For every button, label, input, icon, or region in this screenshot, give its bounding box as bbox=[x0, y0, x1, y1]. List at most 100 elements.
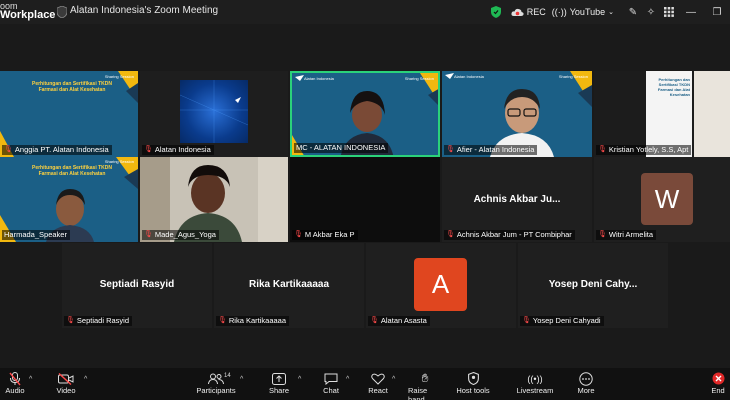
participant-name-label: 🎙︎ Rika Kartikaaaaa bbox=[216, 316, 290, 326]
video-tile-achnis[interactable]: Achnis Akbar Ju... 🎙︎ Achnis Akbar Jum - … bbox=[442, 157, 592, 242]
meeting-title: Alatan Indonesia's Zoom Meeting bbox=[70, 5, 219, 16]
video-tile-m-akbar[interactable]: 🎙︎ M Akbar Eka P bbox=[290, 157, 440, 242]
muted-mic-icon: 🎙︎ bbox=[4, 146, 13, 153]
restore-icon[interactable]: ❐ bbox=[704, 0, 730, 24]
video-tile-mc-active-speaker[interactable]: Alatan Indonesia Sharing Session MC - AL… bbox=[290, 71, 440, 157]
share-screen-icon bbox=[272, 371, 286, 386]
participant-display-name: Septiadi Rasyid bbox=[99, 279, 175, 290]
video-tile-afier[interactable]: Alatan Indonesia Sharing Session 🎙︎ Afier… bbox=[442, 71, 592, 157]
ai-companion-icon[interactable]: ✎ bbox=[624, 0, 642, 24]
sparkle-icon[interactable]: ✧ bbox=[642, 0, 660, 24]
muted-mic-icon: 🎙︎ bbox=[144, 146, 153, 153]
heart-react-icon bbox=[371, 371, 385, 386]
hand-icon: ✋︎ bbox=[421, 371, 429, 385]
participants-options-chevron-icon[interactable]: ^ bbox=[240, 376, 243, 383]
video-tile-kristian[interactable]: Perhitungan dan Sertifikasi TKDN Farmasi… bbox=[594, 71, 730, 157]
livestream-button[interactable]: ((•)) Livestream bbox=[516, 371, 554, 396]
rec-label: REC bbox=[526, 7, 546, 17]
info-shield-icon[interactable] bbox=[57, 6, 67, 18]
end-meeting-button[interactable]: End bbox=[708, 371, 728, 395]
video-tile-septiadi[interactable]: Septiadi Rasyid 🎙︎ Septiadi Rasyid bbox=[62, 243, 212, 328]
participant-name-label: 🎙︎ Anggia PT. Alatan Indonesia bbox=[2, 145, 112, 155]
react-options-chevron-icon[interactable]: ^ bbox=[392, 376, 395, 383]
slide-session-label: Sharing Session bbox=[104, 159, 134, 164]
react-button[interactable]: React bbox=[366, 371, 390, 395]
participant-name: Achnis Akbar Jum - PT Combiphar bbox=[456, 230, 572, 239]
grid-view-icon[interactable] bbox=[660, 0, 678, 24]
muted-mic-icon: 🎙︎ bbox=[294, 231, 303, 238]
minimize-icon[interactable]: — bbox=[678, 0, 704, 24]
video-tile-made-agus-yoga[interactable]: 🎙︎ Made_Agus_Yoga bbox=[140, 157, 288, 242]
participant-name-label: Harmada_Speaker bbox=[2, 230, 70, 240]
recording-indicator[interactable]: REC bbox=[511, 7, 546, 17]
livestream-label: Livestream bbox=[516, 386, 554, 395]
participant-name-label: 🎙︎ Witri Armelita bbox=[596, 230, 657, 240]
participant-name: M Akbar Eka P bbox=[304, 230, 355, 239]
livestream-wave-icon: ((·)) bbox=[551, 7, 567, 17]
title-bar: oom Workplace Alatan Indonesia's Zoom Me… bbox=[0, 0, 730, 24]
participants-label: Participants bbox=[196, 386, 236, 395]
participant-name: Harmada_Speaker bbox=[4, 230, 67, 239]
chat-bubble-icon bbox=[324, 371, 338, 386]
participant-name-label: 🎙︎ Achnis Akbar Jum - PT Combiphar bbox=[444, 230, 575, 240]
share-button[interactable]: Share bbox=[266, 371, 292, 395]
react-label: React bbox=[368, 386, 388, 395]
video-tile-witri[interactable]: W 🎙︎ Witri Armelita bbox=[594, 157, 730, 242]
participant-name-label: 🎙︎ Alatan Indonesia bbox=[142, 145, 214, 155]
raise-hand-button[interactable]: ✋︎ Raise hand bbox=[408, 371, 442, 400]
muted-mic-icon: 🎙︎ bbox=[446, 146, 455, 153]
participant-display-name: Yosep Deni Cahy... bbox=[548, 279, 638, 290]
muted-mic-icon: 🎙︎ bbox=[598, 146, 607, 153]
video-tile-rika[interactable]: Rika Kartikaaaaa 🎙︎ Rika Kartikaaaaa bbox=[214, 243, 364, 328]
slide-org-label: Alatan Indonesia bbox=[454, 74, 484, 79]
chat-label: Chat bbox=[323, 386, 339, 395]
mic-muted-icon bbox=[9, 371, 21, 386]
participant-name: Yosep Deni Cahyadi bbox=[532, 316, 601, 325]
audio-button[interactable]: Audio bbox=[4, 371, 26, 395]
slide-session-label: Sharing Session bbox=[404, 76, 434, 81]
more-button[interactable]: More bbox=[575, 371, 597, 395]
video-tile-anggia[interactable]: Sharing Session Perhitungan dan Sertifik… bbox=[0, 71, 138, 157]
video-label: Video bbox=[56, 386, 76, 395]
youtube-stream-indicator[interactable]: ((·)) YouTube ⌄ bbox=[552, 7, 614, 17]
encryption-shield-icon[interactable] bbox=[487, 0, 505, 24]
participant-name-label: MC - ALATAN INDONESIA bbox=[294, 143, 389, 153]
share-options-chevron-icon[interactable]: ^ bbox=[298, 376, 301, 383]
video-tile-yosep[interactable]: Yosep Deni Cahy... 🎙︎ Yosep Deni Cahyadi bbox=[518, 243, 668, 328]
participants-count-badge: 14 bbox=[224, 373, 231, 379]
participant-name-label: 🎙︎ Afier - Alatan Indonesia bbox=[444, 145, 538, 155]
host-tools-button[interactable]: Host tools bbox=[456, 371, 490, 395]
participant-display-name: Achnis Akbar Ju... bbox=[473, 194, 561, 205]
participant-name: Made_Agus_Yoga bbox=[154, 230, 216, 239]
audio-options-chevron-icon[interactable]: ^ bbox=[29, 376, 32, 383]
slide-title: Perhitungan dan Sertifikasi TKDN Farmasi… bbox=[31, 81, 112, 93]
participant-name-label: 🎙︎ Kristian Yotlely, S.S, Apt bbox=[596, 145, 692, 155]
participant-name-label: 🎙︎ Septiadi Rasyid bbox=[64, 316, 133, 326]
video-options-chevron-icon[interactable]: ^ bbox=[84, 376, 87, 383]
host-tools-label: Host tools bbox=[456, 386, 490, 395]
participant-name: Septiadi Rasyid bbox=[76, 316, 130, 325]
slide-title: Perhitungan dan Sertifikasi TKDN Farmasi… bbox=[31, 165, 112, 177]
slide-org-label: Alatan Indonesia bbox=[304, 76, 334, 81]
avatar: A bbox=[414, 258, 467, 311]
slide-title: Perhitungan dan Sertifikasi TKDN Farmasi… bbox=[657, 77, 690, 97]
record-cloud-icon bbox=[511, 8, 524, 16]
muted-mic-icon: 🎙︎ bbox=[598, 231, 607, 238]
participant-name: Anggia PT. Alatan Indonesia bbox=[14, 145, 109, 154]
participant-name: Alatan Indonesia bbox=[154, 145, 211, 154]
video-tile-harmada[interactable]: Sharing Session Perhitungan dan Sertifik… bbox=[0, 157, 138, 242]
participant-name: Kristian Yotlely, S.S, Apt bbox=[608, 145, 689, 154]
chat-options-chevron-icon[interactable]: ^ bbox=[346, 376, 349, 383]
more-label: More bbox=[577, 386, 595, 395]
more-dots-icon bbox=[579, 371, 593, 386]
participant-name-label: 🎙︎ Made_Agus_Yoga bbox=[142, 230, 219, 240]
video-tile-alatan-indonesia[interactable]: 🎙︎ Alatan Indonesia bbox=[140, 71, 288, 157]
brand-line2: Workplace bbox=[0, 9, 56, 21]
participant-name-label: 🎙︎ M Akbar Eka P bbox=[292, 230, 358, 240]
camera-background bbox=[694, 71, 730, 157]
video-button[interactable]: Video bbox=[55, 371, 77, 395]
video-tile-alatan-asasta[interactable]: A 🎙︎ Alatan Asasta bbox=[366, 243, 516, 328]
meeting-controls-toolbar: Audio ^ Video ^ Participants 14 ^ Share … bbox=[0, 368, 730, 400]
muted-mic-icon: 🎙︎ bbox=[446, 231, 455, 238]
chat-button[interactable]: Chat bbox=[320, 371, 342, 395]
